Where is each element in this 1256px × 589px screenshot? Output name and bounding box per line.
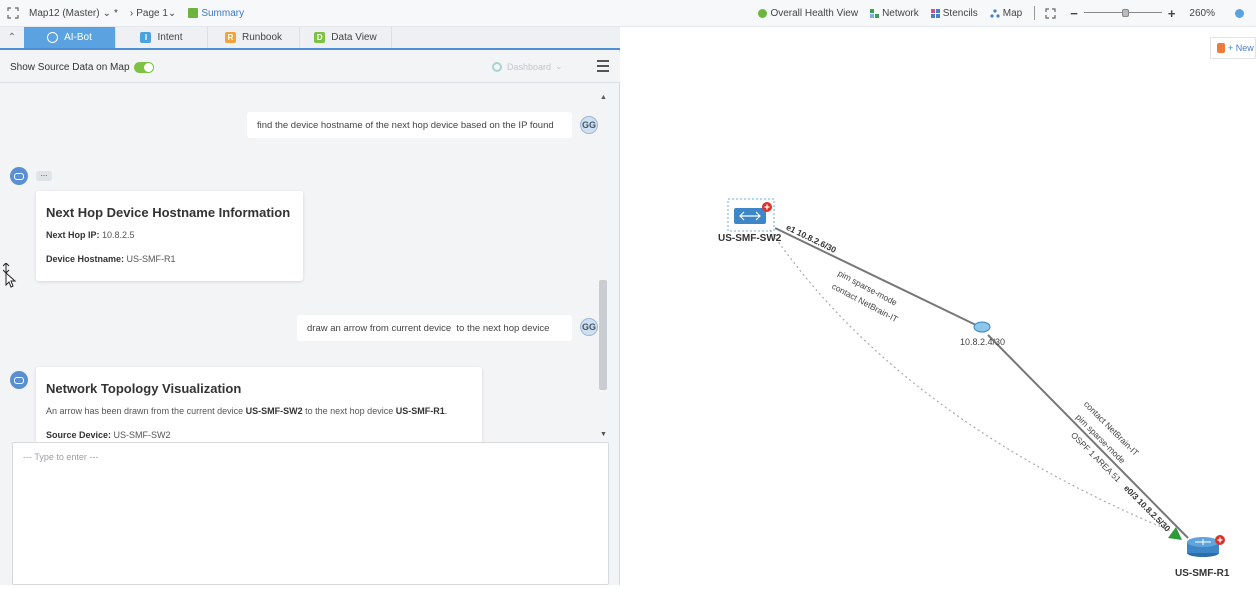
device-label-r1[interactable]: US-SMF-R1 — [1175, 568, 1229, 579]
router-device-icon[interactable] — [1187, 537, 1219, 557]
subnet-label: 10.8.2.4/30 — [960, 337, 1006, 347]
topology-svg — [727, 198, 1225, 557]
mouse-cursor-icon — [3, 263, 17, 288]
device-label-sw2[interactable]: US-SMF-SW2 — [718, 233, 781, 244]
subnet-node-icon[interactable] — [973, 321, 991, 333]
arrow-path[interactable] — [769, 229, 1179, 535]
alert-badge-icon — [1215, 535, 1225, 545]
link-line[interactable] — [987, 334, 1189, 539]
alert-badge-icon — [762, 202, 772, 212]
